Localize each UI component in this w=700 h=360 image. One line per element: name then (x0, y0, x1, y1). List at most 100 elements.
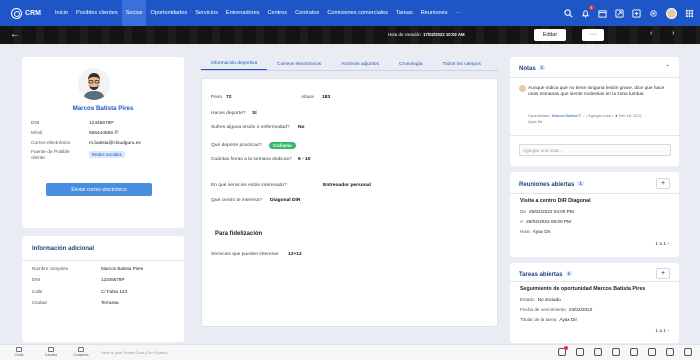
nav-item-socios[interactable]: Socios (121, 0, 147, 26)
notification-dot (564, 346, 568, 350)
lesion-label: Sufres alguna lesión o enfermedad? (211, 125, 290, 130)
additional-info-title: Información adicional (32, 246, 95, 252)
meetings-pagination[interactable]: 1 a 1 › (655, 242, 669, 247)
divider (510, 193, 679, 194)
add-note-link[interactable]: • Agregar nota • (586, 113, 613, 118)
peso-label: Peso (211, 95, 223, 100)
fidelizacion-title: Para fidelización (215, 231, 263, 237)
clock-icon[interactable] (666, 348, 674, 356)
tasks-pagination[interactable]: 1 a 1 › (655, 329, 669, 334)
smart-chat-input[interactable]: Here is your Smart Chat (Ctrl+Space) (101, 350, 168, 355)
nav-toolbar: 4 (564, 0, 694, 26)
divider (510, 281, 679, 282)
creation-value: 17/02/2022 10:02 AM (423, 32, 465, 37)
nav-item-more[interactable]: ··· (452, 0, 466, 26)
tab-correos[interactable]: Correos electrónicos (267, 58, 331, 70)
back-arrow-icon[interactable]: ← (10, 29, 20, 40)
notes-count: 1 (538, 65, 546, 70)
email-value[interactable]: m.batista@cloudguru.es (89, 141, 141, 146)
fid-value: 12+12 (288, 252, 302, 257)
nav-item-oportunidades[interactable]: Oportunidades (146, 0, 191, 26)
contacts-button[interactable]: Contactos (72, 347, 90, 357)
fullname-label: Nombre completo (32, 266, 69, 271)
apps-icon[interactable] (685, 9, 694, 18)
tab-informacion-deportiva[interactable]: Información deportiva (201, 58, 268, 70)
more-options-button[interactable]: ··· (582, 29, 604, 41)
record-header-banner: ← Hora de creación 17/02/2022 10:02 AM E… (0, 26, 700, 44)
edit-button[interactable]: Editar (534, 29, 566, 41)
tasks-count: 1 (565, 271, 572, 276)
meeting-end-label: A (520, 219, 524, 224)
nav-item-inicio[interactable]: Inicio (51, 0, 72, 26)
city-label: Ciudad (32, 300, 47, 305)
grid-icon[interactable] (632, 8, 641, 18)
calendar-icon[interactable] (612, 348, 620, 356)
lead-source-tag: Redes sociales (89, 151, 125, 158)
next-record-icon[interactable]: › (672, 30, 674, 37)
bottom-toolbar (558, 346, 692, 356)
app-logo[interactable]: CRM (11, 7, 41, 19)
chats-label: Chats (14, 353, 24, 357)
share-icon[interactable] (615, 8, 624, 18)
chats-button[interactable]: Chats (10, 347, 28, 357)
channels-button[interactable]: Canales (42, 347, 60, 357)
tab-cronologia[interactable]: Cronología (389, 58, 432, 70)
meeting-start-value: 25/02/2022 04:00 PM (529, 209, 574, 214)
lead-source-label: Fuente de Posible cliente (31, 150, 70, 161)
expand-icon[interactable] (684, 348, 692, 356)
nav-item-reuniones[interactable]: Reuniones (417, 0, 452, 26)
tab-archivos[interactable]: Archivos adjuntos (331, 58, 389, 70)
chevron-up-icon[interactable]: ⌃ (665, 64, 670, 71)
task-title[interactable]: Seguimiento de oportunidad Marcos Batist… (520, 286, 645, 292)
user-avatar[interactable] (666, 7, 677, 19)
add-note-input[interactable]: Agregar una nota... (519, 144, 671, 156)
gear-icon[interactable] (649, 9, 658, 18)
task-status: Estado No iniciado (520, 297, 561, 302)
add-task-button[interactable]: + (656, 268, 670, 279)
notification-icon[interactable] (558, 346, 568, 356)
sport-info-panel: Peso 72 Altura 183 Haces deporte? Sí Suf… (201, 78, 498, 327)
task-due-value: 23/02/2022 (568, 307, 593, 312)
additional-info-card: Información adicional Nombre completo Ma… (22, 236, 184, 342)
meeting-end-value: 25/02/2022 05:00 PM (526, 219, 571, 224)
search-icon[interactable] (564, 8, 573, 18)
nav-item-centros[interactable]: Centros (263, 0, 291, 26)
note-text: Aunque indica que no tiene ninguna lesió… (528, 86, 665, 97)
street-value: C/ Falsa 123 (101, 289, 128, 294)
centro-label: Qué centro te interesa? (211, 198, 263, 203)
nav-item-comisiones[interactable]: Comisiones comerciales (323, 0, 392, 26)
note-meta-prefix: Oportunidad (528, 113, 550, 118)
tasks-icon[interactable] (630, 348, 638, 356)
street-label: Calle (32, 289, 43, 294)
notes-title: Notas 1 (519, 65, 546, 72)
note-meta: Oportunidad Marcos Batista P... • Agrega… (528, 113, 668, 124)
nav-item-posibles-clientes[interactable]: Posibles clientes (72, 0, 122, 26)
nav-item-entrenadores[interactable]: Entrenadores (222, 0, 264, 26)
meetings-count: 1 (577, 181, 584, 186)
send-email-button[interactable]: Enviar correo electrónico (46, 183, 152, 196)
task-due: Fecha de vencimiento 23/02/2022 (520, 307, 592, 312)
phone-icon[interactable]: ✆ (114, 131, 118, 136)
note-author: Áyax Dir (528, 118, 543, 124)
meeting-title[interactable]: Visita a centro DiR Diagonal (520, 198, 591, 204)
contacts-icon (78, 347, 84, 352)
video-icon[interactable] (648, 348, 656, 356)
phone-icon[interactable] (576, 348, 584, 356)
add-meeting-button[interactable]: + (656, 178, 670, 189)
tab-todos-campos[interactable]: Todos los campos (432, 58, 490, 70)
nav-item-contratos[interactable]: Contratos (291, 0, 323, 26)
mail-icon[interactable] (594, 348, 602, 356)
calendar-icon[interactable] (598, 9, 607, 18)
movil-number[interactable]: 666444555 (89, 131, 113, 136)
meeting-start-label: De (520, 209, 526, 214)
fid-label: Servicios que pueden interesar (211, 252, 279, 257)
previous-record-icon[interactable]: ‹ (650, 30, 652, 37)
bell-icon[interactable]: 4 (581, 4, 594, 18)
open-meetings-card: Reuniones abiertas 1 + Visita a centro Di… (510, 172, 679, 257)
peso-value: 72 (226, 95, 232, 100)
nav-item-tareas[interactable]: Tareas (392, 0, 417, 26)
bottom-chat-bar: Chats Canales Contactos Here is your Sma… (0, 344, 700, 360)
nav-item-servicios[interactable]: Servicios (191, 0, 222, 26)
dni-label: DNI (31, 121, 40, 126)
note-record-link[interactable]: Marcos Batista P... (552, 113, 584, 118)
